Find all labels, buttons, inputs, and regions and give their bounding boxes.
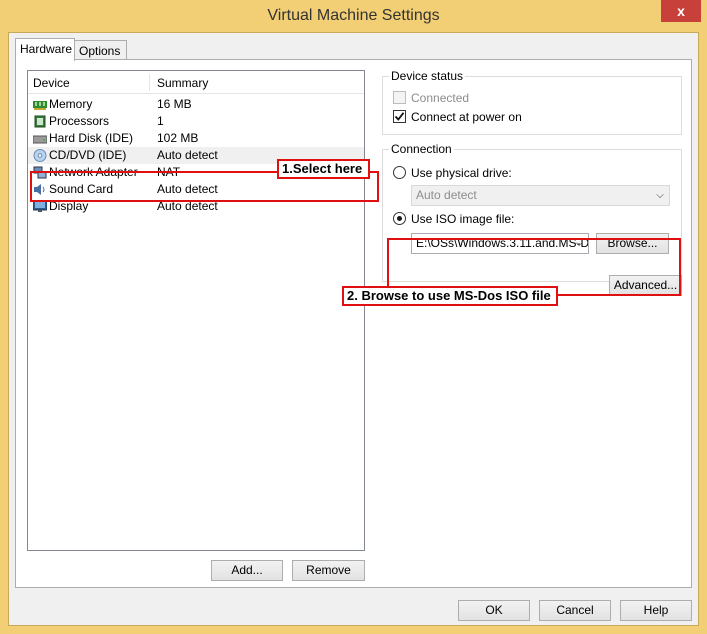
chevron-down-icon: ⌵ [656, 190, 664, 201]
help-button[interactable]: Help [620, 600, 692, 621]
physical-drive-label: Use physical drive: [411, 166, 512, 180]
add-button[interactable]: Add... [211, 560, 283, 581]
physical-drive-select[interactable]: Auto detect ⌵ [411, 185, 670, 206]
device-name: Processors [49, 114, 110, 128]
connected-label: Connected [411, 91, 470, 105]
ok-button[interactable]: OK [458, 600, 530, 621]
tab-options[interactable]: Options [74, 40, 127, 60]
radio-selected-dot [397, 216, 402, 221]
iso-image-radio[interactable] [393, 212, 406, 225]
memory-icon [33, 101, 47, 110]
device-name: CD/DVD (IDE) [49, 148, 127, 162]
checkmark-icon [394, 112, 405, 121]
device-row-hard-disk[interactable]: Hard Disk (IDE) 102 MB [28, 130, 364, 147]
annotation-step1-label: 1.Select here [277, 159, 370, 179]
hard-disk-icon [33, 135, 47, 144]
processor-icon [34, 115, 46, 128]
iso-image-label: Use ISO image file: [411, 212, 515, 226]
device-summary: 16 MB [157, 97, 192, 111]
connected-checkbox[interactable] [393, 91, 406, 104]
remove-button[interactable]: Remove [292, 560, 365, 581]
close-icon: x [677, 3, 685, 19]
device-name: Hard Disk (IDE) [49, 131, 134, 145]
device-row-memory[interactable]: Memory 16 MB [28, 96, 364, 113]
device-summary: 1 [157, 114, 164, 128]
connect-at-power-on-checkbox[interactable] [393, 110, 406, 123]
cd-dvd-icon [33, 149, 47, 162]
tab-hardware[interactable]: Hardware [15, 38, 75, 61]
annotation-step2-label: 2. Browse to use MS-Dos ISO file [342, 286, 558, 306]
column-device[interactable]: Device [33, 71, 70, 95]
device-summary: Auto detect [157, 148, 218, 162]
connect-at-power-on-label: Connect at power on [411, 110, 522, 124]
device-list[interactable]: Device Summary Memory 16 MB Processors 1 [27, 70, 365, 551]
device-name: Memory [49, 97, 93, 111]
list-header: Device Summary [28, 71, 364, 94]
physical-drive-radio[interactable] [393, 166, 406, 179]
cancel-button[interactable]: Cancel [539, 600, 611, 621]
column-summary[interactable]: Summary [157, 71, 208, 95]
device-status-legend: Device status [389, 69, 466, 83]
device-row-processors[interactable]: Processors 1 [28, 113, 364, 130]
column-separator[interactable] [149, 74, 150, 91]
window-title: Virtual Machine Settings [267, 7, 440, 24]
device-status-group: Device status Connected Connect at power… [382, 69, 682, 135]
dialog-client: Hardware Options Device Summary Memory 1… [8, 32, 699, 626]
device-summary: 102 MB [157, 131, 199, 145]
hardware-panel: Device Summary Memory 16 MB Processors 1 [15, 59, 692, 588]
close-button[interactable]: x [661, 0, 701, 22]
physical-drive-value: Auto detect [416, 188, 477, 202]
vm-settings-window: Virtual Machine Settings x Hardware Opti… [0, 0, 707, 634]
connection-legend: Connection [389, 142, 454, 156]
